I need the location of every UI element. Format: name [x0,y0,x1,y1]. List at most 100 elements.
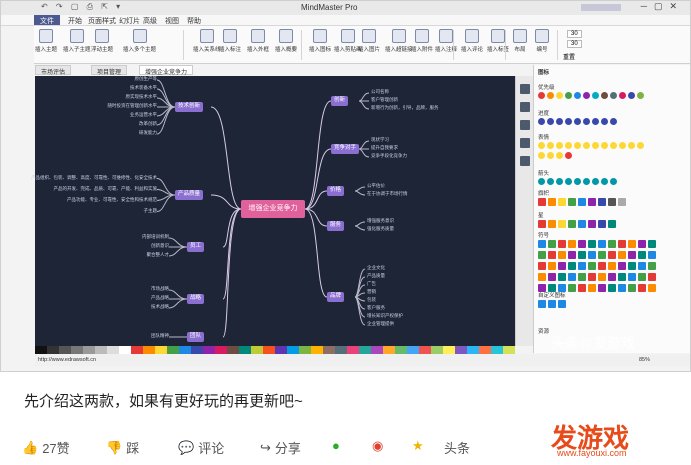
subtopic[interactable]: 公平估价 [367,183,385,189]
ribbon-button[interactable]: 布局 [513,29,527,61]
clipart-icon[interactable] [519,138,530,148]
icon-swatch[interactable] [583,178,590,185]
page-icon[interactable] [519,102,530,112]
subtopic[interactable]: 技术战略 [151,304,169,310]
icon-swatch[interactable] [608,240,616,248]
icon-swatch[interactable] [592,178,599,185]
icon-swatch[interactable] [588,198,596,206]
icon-swatch[interactable] [558,300,566,308]
subtopic[interactable]: 提升自我要求 [371,145,398,151]
icon-swatch[interactable] [548,220,556,228]
central-topic[interactable]: 增强企业竞争力 [241,200,305,218]
icon-swatch[interactable] [574,92,581,99]
menu-4[interactable]: 高级 [143,16,157,26]
subtopic[interactable]: 业务运营水平 [130,112,157,118]
swatch[interactable] [299,346,311,354]
swatch[interactable] [455,346,467,354]
topic-right-3[interactable]: 服务 [327,221,345,231]
swatch[interactable] [107,346,119,354]
icon-swatch[interactable] [592,142,599,149]
icon-swatch[interactable] [598,198,606,206]
icon-swatch[interactable] [578,262,586,270]
ribbon-button[interactable]: 插入外框 [247,29,269,61]
icon-swatch[interactable] [538,262,546,270]
swatch[interactable] [383,346,395,354]
icon-swatch[interactable] [568,240,576,248]
icon-swatch[interactable] [610,118,617,125]
icon-swatch[interactable] [588,273,596,281]
icon-swatch[interactable] [538,300,546,308]
icon-swatch[interactable] [538,118,545,125]
icon-swatch[interactable] [648,273,656,281]
tab-2[interactable]: 增强企业竞争力 [139,65,194,76]
swatch[interactable] [479,346,491,354]
tab-1[interactable]: 项目管理 [91,65,128,76]
icon-library-icon[interactable] [519,120,530,130]
icon-swatch[interactable] [583,118,590,125]
swatch[interactable] [275,346,287,354]
swatch[interactable] [155,346,167,354]
ribbon-button[interactable]: 插入关系线 [193,29,221,61]
topic-left-2[interactable]: 员工 [187,242,205,252]
icon-swatch[interactable] [568,251,576,259]
icon-swatch[interactable] [583,92,590,99]
icon-swatch[interactable] [568,273,576,281]
icon-swatch[interactable] [598,251,606,259]
icon-swatch[interactable] [548,198,556,206]
menu-5[interactable]: 视图 [165,16,179,26]
zoom-level[interactable]: 85% [639,357,650,363]
icon-swatch[interactable] [547,152,554,159]
swatch[interactable] [251,346,263,354]
icon-swatch[interactable] [558,273,566,281]
icon-swatch[interactable] [558,262,566,270]
icon-swatch[interactable] [618,251,626,259]
icon-swatch[interactable] [548,240,556,248]
topic-left-4[interactable]: 团队 [187,332,205,342]
swatch[interactable] [47,346,59,354]
icon-swatch[interactable] [637,142,644,149]
icon-swatch[interactable] [598,262,606,270]
subtopic[interactable]: 在于协调于市场行情 [367,191,408,197]
ribbon-button[interactable]: 编号 [535,29,549,61]
subtopic[interactable]: 强化服务质量 [367,226,394,232]
icon-swatch[interactable] [598,240,606,248]
icon-swatch[interactable] [574,142,581,149]
icon-swatch[interactable] [556,142,563,149]
swatch[interactable] [239,346,251,354]
icon-swatch[interactable] [628,262,636,270]
icon-swatch[interactable] [598,220,606,228]
reset-button[interactable]: 重置 [563,52,575,61]
icon-swatch[interactable] [608,262,616,270]
qzone-share[interactable]: ★ [412,438,424,454]
icon-swatch[interactable] [588,284,596,292]
icon-swatch[interactable] [547,142,554,149]
topic-right-4[interactable]: 品牌 [327,292,345,302]
icon-swatch[interactable] [638,284,646,292]
subtopic[interactable]: 内部培训机制 [142,234,169,240]
swatch[interactable] [215,346,227,354]
swatch[interactable] [179,346,191,354]
subtopic[interactable]: 广告 [367,281,376,287]
icon-swatch[interactable] [648,251,656,259]
icon-swatch[interactable] [638,251,646,259]
icon-swatch[interactable] [618,198,626,206]
topic-right-0[interactable]: 创新 [331,96,349,106]
icon-swatch[interactable] [548,251,556,259]
spin-value[interactable]: 30 [567,30,582,38]
icon-swatch[interactable] [618,273,626,281]
swatch[interactable] [191,346,203,354]
icon-swatch[interactable] [565,152,572,159]
outline-icon[interactable] [519,156,530,166]
icon-swatch[interactable] [588,220,596,228]
icon-swatch[interactable] [558,240,566,248]
icon-swatch[interactable] [568,220,576,228]
subtopic[interactable]: 随时投资在管理创新水平 [108,103,158,109]
ribbon-button[interactable]: 插入评论 [461,29,483,61]
icon-swatch[interactable] [608,284,616,292]
icon-swatch[interactable] [618,240,626,248]
icon-swatch[interactable] [578,273,586,281]
like-button[interactable]: 👍 27赞 [22,438,70,457]
icon-swatch[interactable] [638,262,646,270]
icon-swatch[interactable] [638,273,646,281]
subtopic[interactable]: 创新意识 [151,243,169,249]
